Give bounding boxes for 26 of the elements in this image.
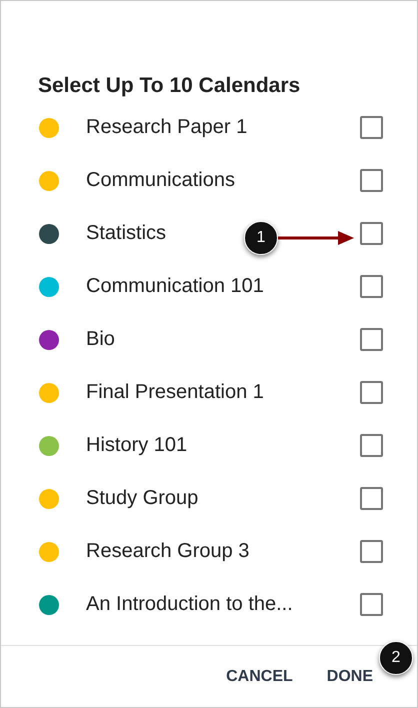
calendar-checkbox[interactable] <box>360 222 383 245</box>
calendar-name: Research Group 3 <box>86 540 250 563</box>
callout-number: 2 <box>379 641 413 675</box>
calendar-name: Bio <box>86 328 115 351</box>
calendar-name: Statistics <box>86 222 166 245</box>
calendar-checkbox[interactable] <box>360 487 383 510</box>
calendar-checkbox[interactable] <box>360 434 383 457</box>
calendar-checkbox[interactable] <box>360 328 383 351</box>
calendar-checkbox[interactable] <box>360 593 383 616</box>
calendar-checkbox[interactable] <box>360 540 383 563</box>
callout-number: 1 <box>244 221 278 255</box>
calendar-name: Communications <box>86 169 235 192</box>
calendar-checkbox[interactable] <box>360 381 383 404</box>
calendar-name: Final Presentation 1 <box>86 381 264 404</box>
calendar-name: Communication 101 <box>86 275 264 298</box>
calendar-name: Study Group <box>86 487 198 510</box>
calendar-name: History 101 <box>86 434 188 457</box>
done-button[interactable]: DONE <box>324 660 375 694</box>
calendar-name: An Introduction to the... <box>86 593 293 616</box>
cancel-button[interactable]: CANCEL <box>224 660 295 694</box>
calendar-checkbox[interactable] <box>360 169 383 192</box>
calendar-checkbox[interactable] <box>360 116 383 139</box>
calendar-checkbox[interactable] <box>360 275 383 298</box>
calendar-name: Research Paper 1 <box>86 116 248 139</box>
dialog-title: Select Up To 10 Calendars <box>38 73 302 99</box>
arrow-icon <box>278 231 354 245</box>
